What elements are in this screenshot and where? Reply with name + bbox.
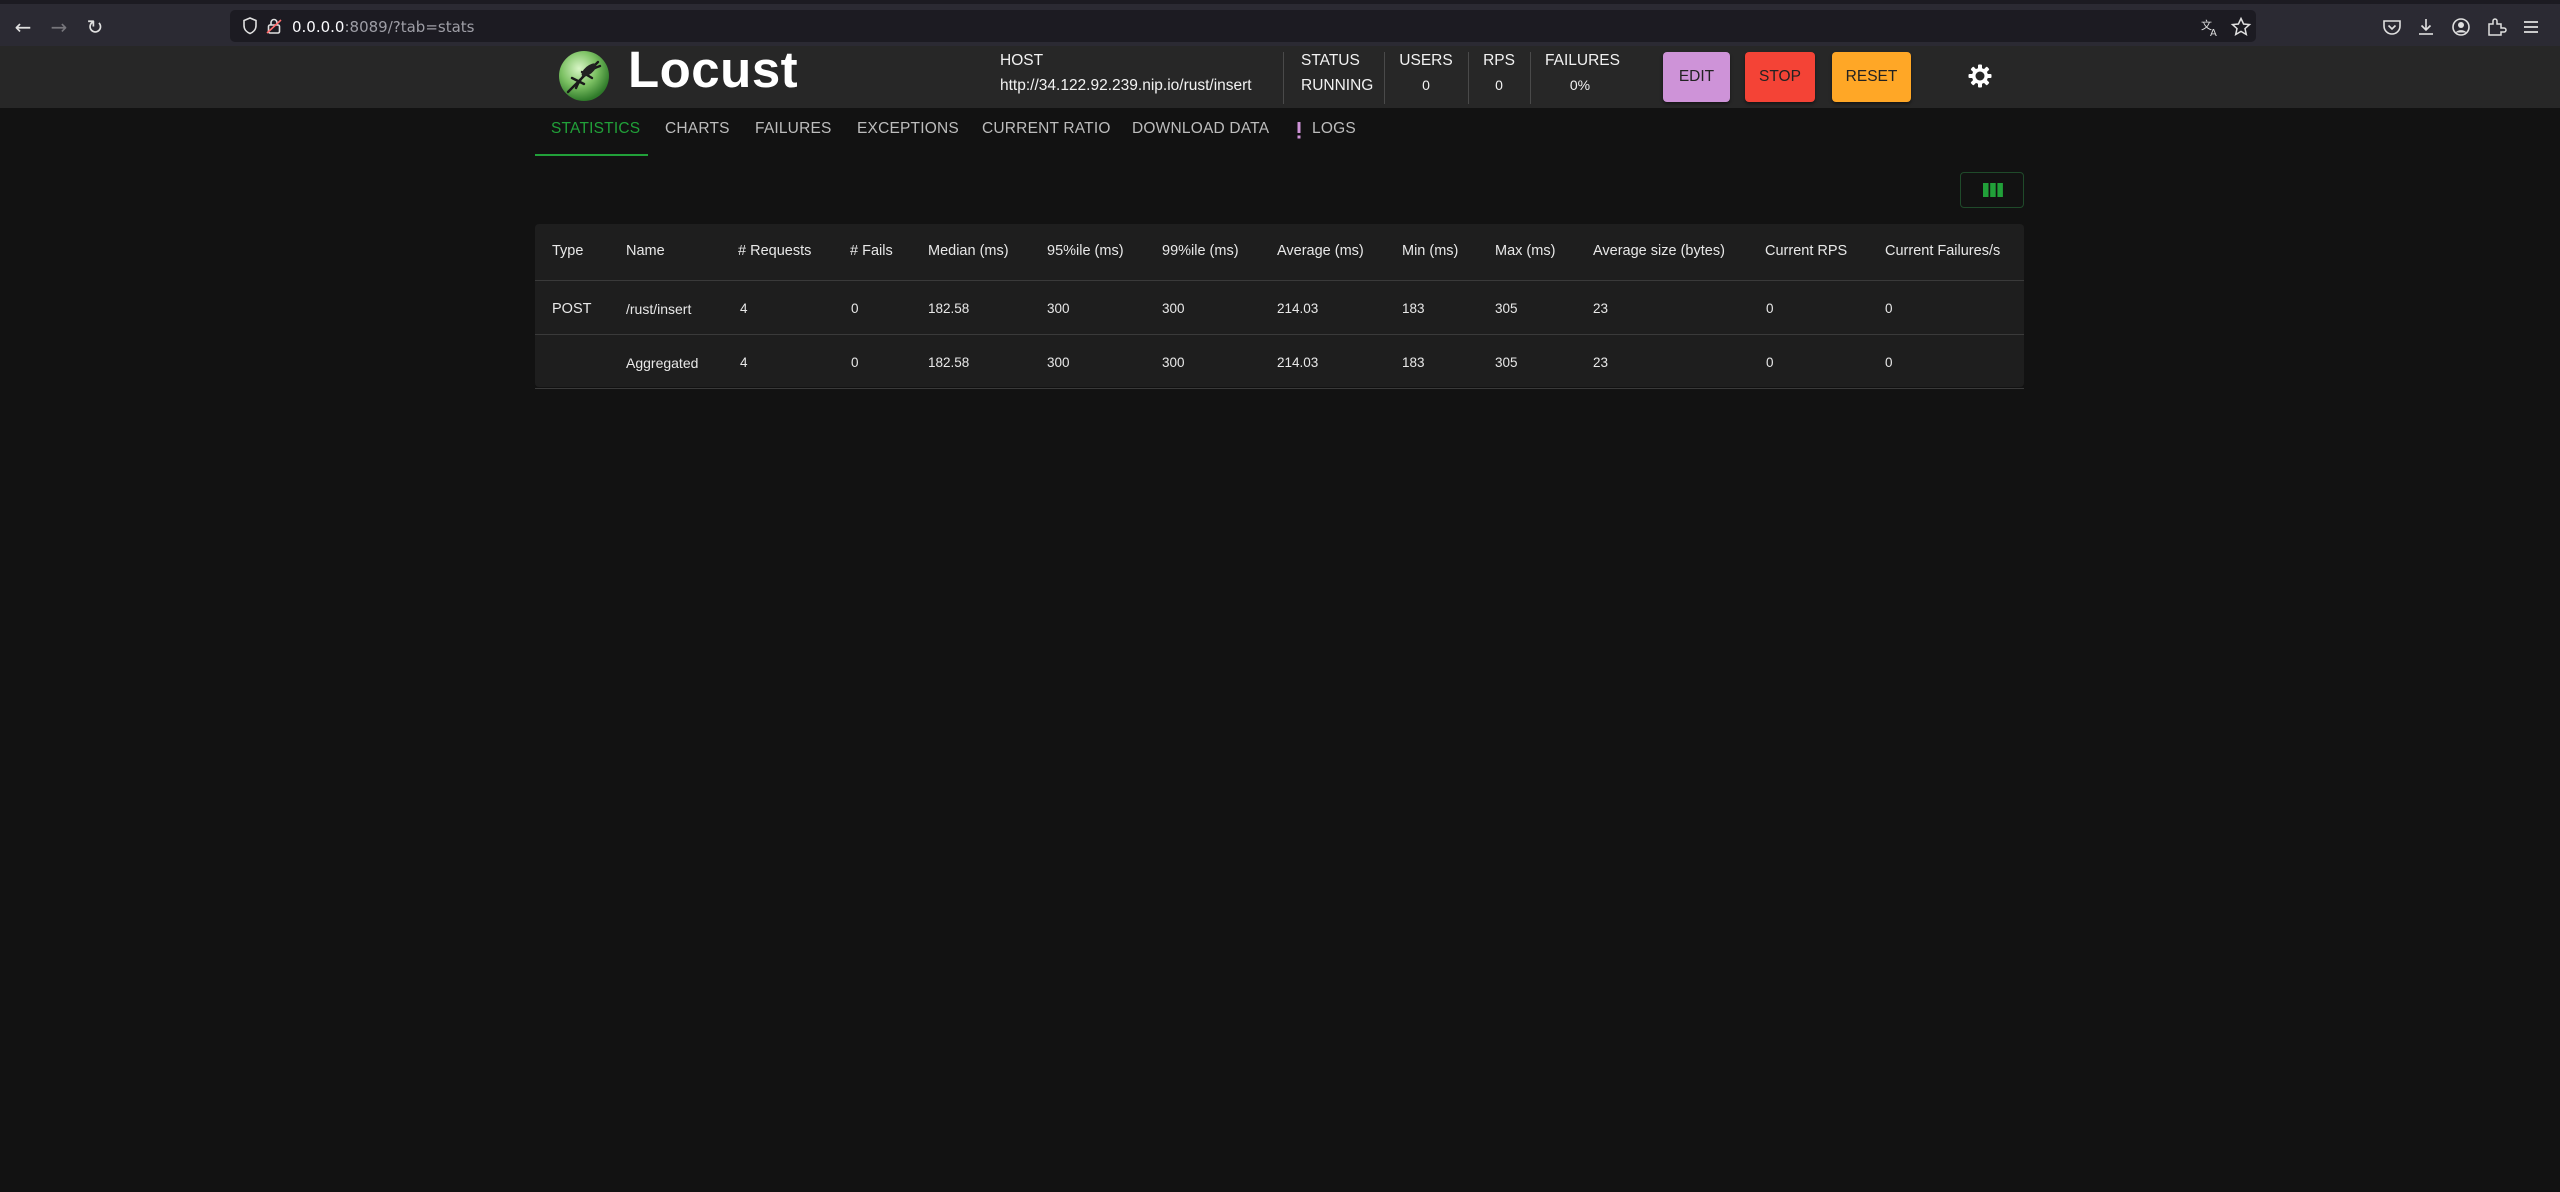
tab-exceptions[interactable]: EXCEPTIONS — [857, 120, 959, 138]
cell-average-size: 23 — [1593, 355, 1609, 370]
cell-median: 182.58 — [928, 301, 970, 316]
column-header-95ile[interactable]: 95%ile (ms) — [1047, 243, 1124, 259]
url-host: 0.0.0.0 — [292, 18, 345, 36]
translate-icon[interactable]: 文 A — [2200, 16, 2222, 38]
browser-toolbar: ← → ↻ 0.0.0.0:8089/?tab=stats 文 A — [0, 0, 2560, 46]
host-label: HOST — [1000, 52, 1044, 69]
rps-label: RPS — [1483, 52, 1515, 69]
column-header-current-failures[interactable]: Current Failures/s — [1885, 243, 2000, 259]
header-divider — [1530, 52, 1531, 104]
cell-name: /rust/insert — [626, 301, 692, 317]
cell-95ile: 300 — [1047, 355, 1070, 370]
logs-alert-icon — [1297, 122, 1301, 139]
extensions-icon[interactable] — [2485, 16, 2507, 38]
tab-download-data[interactable]: DOWNLOAD DATA — [1132, 120, 1269, 138]
cell-min: 183 — [1402, 301, 1425, 316]
failures-label: FAILURES — [1545, 52, 1620, 69]
cell-max: 305 — [1495, 355, 1518, 370]
status-stat: STATUS RUNNING — [1301, 52, 1373, 104]
svg-text:A: A — [2210, 28, 2217, 38]
failures-value: 0% — [1569, 77, 1591, 93]
host-value: http://34.122.92.239.nip.io/rust/insert — [1000, 77, 1252, 94]
column-header-min[interactable]: Min (ms) — [1402, 243, 1458, 259]
column-header-current-rps[interactable]: Current RPS — [1765, 243, 1847, 259]
cell-average: 214.03 — [1277, 301, 1319, 316]
table-header-row: Type Name # Requests # Fails Median (ms)… — [535, 224, 2024, 280]
tab-statistics[interactable]: STATISTICS — [551, 120, 640, 138]
cell-fails: 0 — [851, 355, 859, 370]
column-header-fails[interactable]: # Fails — [850, 243, 893, 259]
forward-icon[interactable]: → — [46, 14, 72, 40]
cell-max: 305 — [1495, 301, 1518, 316]
cell-current-failures: 0 — [1885, 301, 1893, 316]
table-row-aggregated: Aggregated 4 0 182.58 300 300 214.03 183… — [535, 334, 2024, 389]
cell-min: 183 — [1402, 355, 1425, 370]
app-title: Locust — [628, 41, 799, 98]
app-header — [0, 46, 2560, 108]
header-divider — [1384, 52, 1385, 104]
reload-icon[interactable]: ↻ — [82, 14, 108, 40]
cell-fails: 0 — [851, 301, 859, 316]
cell-99ile: 300 — [1162, 301, 1185, 316]
tab-failures[interactable]: FAILURES — [755, 120, 832, 138]
cell-current-rps: 0 — [1766, 301, 1774, 316]
rps-value: 0 — [1495, 77, 1503, 93]
pocket-icon[interactable] — [2381, 16, 2403, 38]
users-value: 0 — [1422, 77, 1430, 93]
menu-icon[interactable] — [2520, 16, 2542, 38]
column-header-average-size[interactable]: Average size (bytes) — [1593, 243, 1725, 259]
edit-button[interactable]: EDIT — [1663, 52, 1730, 102]
stop-button[interactable]: STOP — [1745, 52, 1815, 102]
cell-average-size: 23 — [1593, 301, 1609, 316]
active-tab-indicator — [535, 154, 648, 156]
reset-button[interactable]: RESET — [1832, 52, 1911, 102]
url-text[interactable]: 0.0.0.0:8089/?tab=stats — [292, 18, 474, 36]
stats-table: Type Name # Requests # Fails Median (ms)… — [535, 224, 2024, 389]
view-columns-icon — [1983, 183, 2003, 197]
theme-toggle-icon[interactable] — [1967, 63, 1993, 89]
cell-95ile: 300 — [1047, 301, 1070, 316]
header-divider — [1283, 52, 1284, 104]
host-stat: HOST http://34.122.92.239.nip.io/rust/in… — [1000, 52, 1252, 104]
column-header-99ile[interactable]: 99%ile (ms) — [1162, 243, 1239, 259]
column-header-type[interactable]: Type — [552, 243, 583, 259]
tab-logs[interactable]: LOGS — [1312, 120, 1356, 138]
account-icon[interactable] — [2450, 16, 2472, 38]
status-label: STATUS — [1301, 52, 1360, 69]
tab-current-ratio[interactable]: CURRENT RATIO — [982, 120, 1111, 138]
cell-name: Aggregated — [626, 355, 699, 371]
cell-type: POST — [552, 301, 592, 317]
bookmark-star-icon[interactable] — [2230, 16, 2252, 38]
insecure-lock-icon[interactable] — [264, 16, 284, 36]
column-header-average[interactable]: Average (ms) — [1277, 243, 1364, 259]
tracking-shield-icon[interactable] — [240, 16, 260, 36]
users-label: USERS — [1399, 52, 1453, 69]
column-header-requests[interactable]: # Requests — [738, 243, 811, 259]
cell-99ile: 300 — [1162, 355, 1185, 370]
status-value: RUNNING — [1301, 77, 1374, 94]
tab-charts[interactable]: CHARTS — [665, 120, 730, 138]
locust-logo-icon — [559, 51, 609, 101]
header-divider — [1468, 52, 1469, 104]
back-icon[interactable]: ← — [10, 14, 36, 40]
table-row: POST /rust/insert 4 0 182.58 300 300 214… — [535, 280, 2024, 334]
failures-stat: FAILURES 0% — [1545, 52, 1620, 104]
cell-median: 182.58 — [928, 355, 970, 370]
cell-requests: 4 — [740, 301, 748, 316]
rps-stat: RPS 0 — [1480, 52, 1518, 104]
column-header-name[interactable]: Name — [626, 243, 665, 259]
column-header-max[interactable]: Max (ms) — [1495, 243, 1555, 259]
cell-average: 214.03 — [1277, 355, 1319, 370]
columns-selector-button[interactable] — [1960, 172, 2024, 208]
cell-current-rps: 0 — [1766, 355, 1774, 370]
cell-requests: 4 — [740, 355, 748, 370]
column-header-median[interactable]: Median (ms) — [928, 243, 1009, 259]
users-stat: USERS 0 — [1399, 52, 1453, 104]
url-bar[interactable]: 0.0.0.0:8089/?tab=stats 文 A — [230, 10, 2256, 42]
downloads-icon[interactable] — [2415, 16, 2437, 38]
url-path: :8089/?tab=stats — [344, 18, 475, 36]
cell-current-failures: 0 — [1885, 355, 1893, 370]
